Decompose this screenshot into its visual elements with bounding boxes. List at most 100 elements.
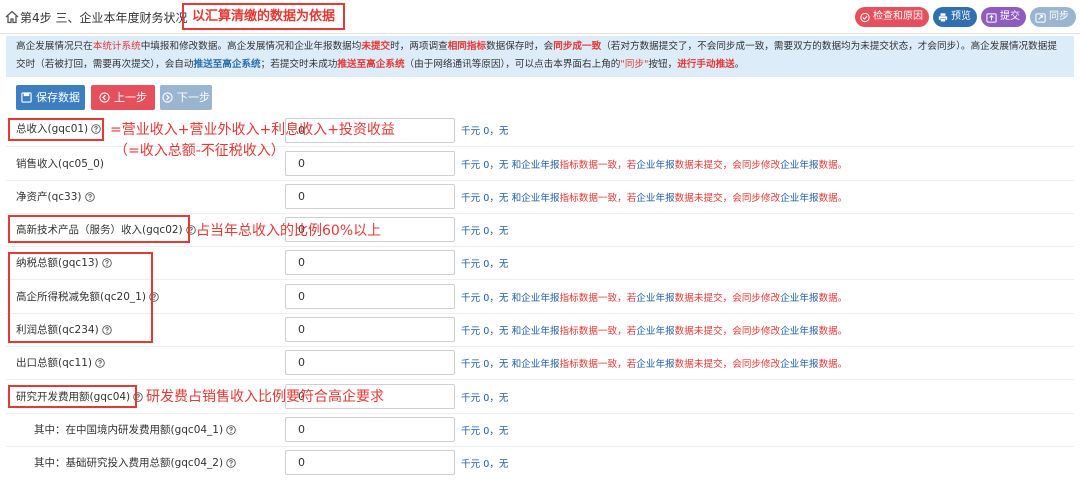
next-step-button[interactable]: 下一步 [160, 85, 212, 110]
row-divider [6, 446, 1074, 447]
submit-button[interactable]: 提交 [981, 7, 1026, 27]
print-icon [938, 12, 948, 22]
note-text: 数据。 [818, 193, 848, 204]
note-text: 数据。 [818, 160, 848, 171]
notice-highlight: "同步" [620, 59, 649, 70]
row-divider [6, 180, 1074, 181]
submit-label: 提交 [1000, 11, 1020, 22]
notice-text: 数据保存时，会 [486, 41, 554, 52]
question-circle-icon[interactable] [226, 424, 236, 435]
field-label-text: 净资产(qc33) [16, 191, 82, 203]
row-divider [6, 213, 1074, 214]
question-circle-icon[interactable] [84, 191, 95, 202]
gqc13-input[interactable] [285, 250, 455, 275]
gqc04-1-input[interactable] [285, 417, 455, 442]
title-annotation: 以汇算清缴的数据为依据 [182, 3, 346, 30]
annual-report-link[interactable]: 企业年报 [521, 326, 559, 337]
annual-report-link[interactable]: 企业年报 [521, 359, 559, 370]
check-reason-label: 检查和原因 [873, 11, 923, 22]
page-title: 第4步 三、企业本年度财务状况 [20, 11, 188, 25]
gqc04-2-input[interactable] [285, 450, 455, 475]
field-label-qc33: 净资产(qc33) [16, 189, 95, 204]
note-text: 千元 0，无 和 [461, 193, 522, 204]
annual-report-link[interactable]: 企业年报 [780, 193, 818, 204]
submit-icon [986, 12, 997, 23]
previous-step-label: 上一步 [114, 91, 147, 104]
preview-label: 预览 [951, 11, 971, 22]
notice-text: 按钮， [648, 59, 678, 70]
notice-text: （由于网络通讯等原因），可以点击本界面右上角的 [404, 59, 621, 70]
previous-step-button[interactable]: 上一步 [91, 85, 155, 110]
field-label-text: 销售收入(qc05_0) [16, 158, 104, 170]
annual-report-link[interactable]: 企业年报 [780, 359, 818, 370]
home-icon[interactable] [5, 10, 19, 24]
note-text: 数据未提交，会同步修改 [674, 359, 781, 370]
annotation-box-tax-profit [8, 252, 153, 343]
consistency-note: 千元 0，无 和企业年报指标数据一致，若企业年报数据未提交，会同步修改企业年报数… [461, 190, 847, 204]
unit-note: 千元 0，无 [461, 226, 509, 237]
annual-report-link[interactable]: 企业年报 [636, 359, 674, 370]
notice-text: 。 [734, 59, 745, 70]
notice-highlight: 本统计系统 [92, 41, 141, 52]
annual-report-link[interactable]: 企业年报 [636, 326, 674, 337]
notice-text: 时，两项调查 [390, 41, 448, 52]
save-data-button[interactable]: 保存数据 [16, 85, 85, 110]
annual-report-link[interactable]: 企业年报 [636, 293, 674, 304]
annual-report-link[interactable]: 企业年报 [521, 293, 559, 304]
arrow-left-circle-icon [99, 92, 110, 103]
row-divider [6, 379, 1074, 380]
annual-report-link[interactable]: 企业年报 [780, 326, 818, 337]
annual-report-link[interactable]: 企业年报 [780, 160, 818, 171]
unit-note: 千元 0，无 [461, 126, 509, 137]
row-divider [6, 279, 1074, 280]
note-text: 数据未提交，会同步修改 [674, 293, 781, 304]
notice-highlight: 相同指标 [447, 41, 487, 52]
question-circle-icon[interactable] [95, 357, 105, 368]
qc05-0-input[interactable] [285, 151, 455, 176]
qc20-1-input[interactable] [285, 284, 455, 309]
note-text: 数据。 [818, 326, 848, 337]
annotation-box-rd-expense [8, 385, 137, 408]
unit-note: 千元 0，无 [461, 259, 509, 270]
annotation-box-high-tech [8, 215, 190, 243]
note-text: 数据未提交，会同步修改 [674, 160, 781, 171]
annotation-total-income-note: （=收入总额-不征税收入） [114, 143, 285, 159]
question-circle-icon[interactable] [226, 457, 236, 468]
row-divider [6, 246, 1074, 247]
field-label-text: 出口总额(qc11) [16, 357, 92, 369]
annual-report-link[interactable]: 企业年报 [521, 193, 559, 204]
note-text: 指标数据一致，若 [559, 293, 637, 304]
field-label-text: 其中：基础研究投入费用总额(gqc04_2) [34, 457, 224, 469]
annual-report-link[interactable]: 企业年报 [780, 293, 818, 304]
annual-report-link[interactable]: 企业年报 [636, 193, 674, 204]
note-text: 千元 0，无 和 [461, 359, 522, 370]
row-divider [6, 346, 1074, 347]
note-text: 数据。 [818, 293, 848, 304]
notice-text: ；若提交时未成功 [260, 59, 338, 70]
preview-button[interactable]: 预览 [933, 7, 977, 27]
qc234-input[interactable] [285, 317, 455, 342]
notice-panel: 高企发展情况只在本统计系统中填报和修改数据。高企发展情况和企业年报数据均未提交时… [6, 36, 1074, 77]
notice-highlight: 同步成一致 [553, 41, 602, 52]
next-step-label: 下一步 [177, 91, 210, 104]
annual-report-link[interactable]: 企业年报 [521, 160, 559, 171]
row-divider [6, 413, 1074, 414]
qc33-input[interactable] [285, 184, 455, 209]
unit-note: 千元 0，无 [461, 459, 509, 470]
consistency-note: 千元 0，无 和企业年报指标数据一致，若企业年报数据未提交，会同步修改企业年报数… [461, 290, 847, 304]
qc11-input[interactable] [285, 350, 455, 375]
check-reason-button[interactable]: 检查和原因 [855, 7, 929, 27]
notice-text: 高企发展情况只在 [16, 41, 93, 52]
note-text: 指标数据一致，若 [559, 160, 637, 171]
field-label-qc05-0: 销售收入(qc05_0) [16, 156, 104, 171]
check-circle-icon [860, 12, 870, 22]
save-data-label: 保存数据 [36, 91, 80, 104]
notice-highlight: 进行手动推送 [677, 59, 735, 70]
annual-report-link[interactable]: 企业年报 [636, 160, 674, 171]
field-label-gqc04-1: 其中：在中国境内研发费用额(gqc04_1) [34, 422, 236, 437]
note-text: 数据未提交，会同步修改 [674, 326, 781, 337]
save-icon [21, 92, 32, 103]
field-label-qc11: 出口总额(qc11) [16, 355, 105, 370]
sync-button[interactable]: 同步 [1030, 7, 1076, 27]
row-divider [6, 313, 1074, 314]
